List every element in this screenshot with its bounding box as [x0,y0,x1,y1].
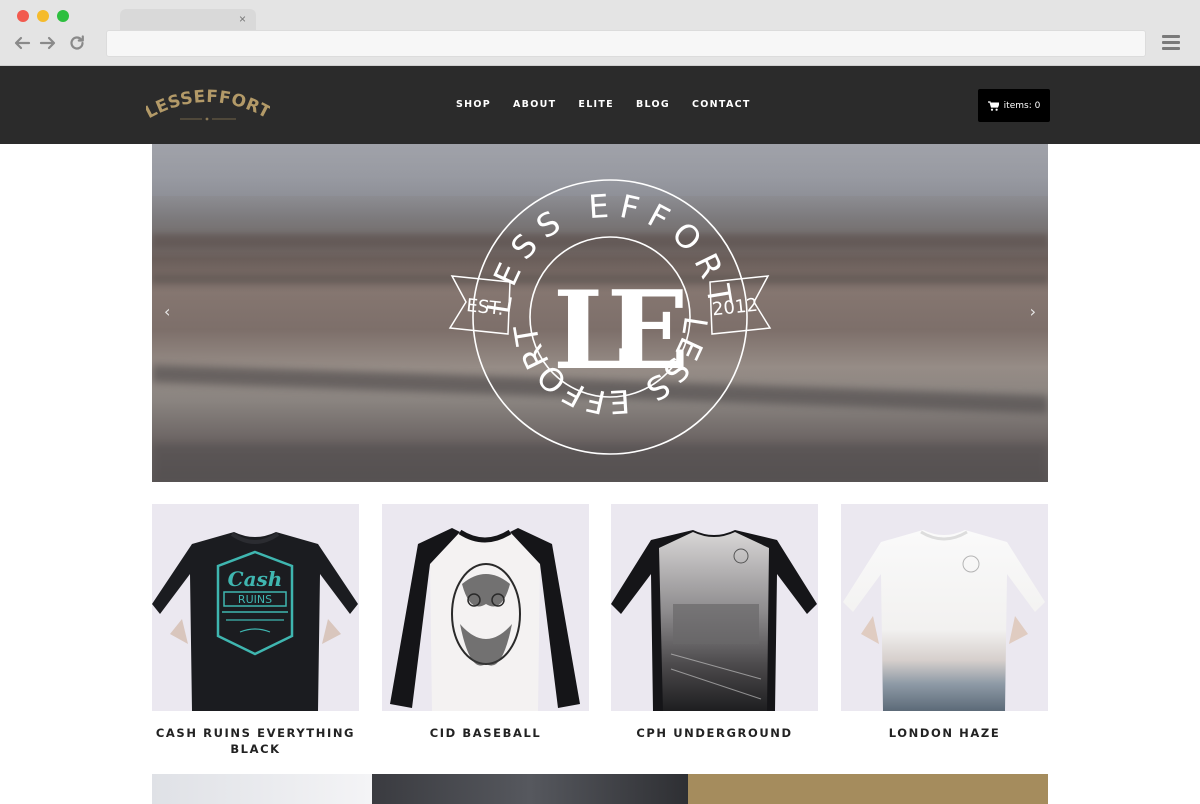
cart-label: items: 0 [1003,100,1041,111]
feature-strip [152,774,1048,804]
site-header: LESSEFFORT SHOP ABOUT ELITE BLOG CONTACT… [0,66,1200,144]
nav-about[interactable]: ABOUT [513,99,556,110]
browser-chrome: × [0,0,1200,66]
address-bar[interactable] [106,30,1146,57]
monogram: LE [553,268,684,394]
feature-tile[interactable] [688,774,1048,804]
svg-text:2012: 2012 [711,295,759,321]
tshirt-underground-image [611,504,818,711]
svg-text:RUINS: RUINS [238,593,272,606]
shopping-cart-icon [987,100,999,111]
product-card[interactable]: Cash RUINS CASH RUINS EVERYTHING BLACK [152,504,359,757]
product-title[interactable]: CPH UNDERGROUND [611,725,818,741]
tshirt-haze-image [841,504,1048,711]
maximize-window-button[interactable] [57,10,69,22]
close-window-button[interactable] [17,10,29,22]
nav-contact[interactable]: CONTACT [692,99,751,110]
minimize-window-button[interactable] [37,10,49,22]
lesseffort-logo: LESSEFFORT [142,87,274,123]
product-card[interactable]: LONDON HAZE [841,504,1048,741]
product-image[interactable] [382,504,589,711]
nav-shop[interactable]: SHOP [456,99,491,110]
product-card[interactable]: CPH UNDERGROUND [611,504,818,741]
svg-text:EST.: EST. [465,295,504,320]
tshirt-baseball-image [382,504,589,711]
reload-icon [70,35,84,50]
hero-slider: ‹ › LESS EFFORT LESS EFFORT EST. 2012 LE [152,144,1048,482]
product-title[interactable]: LONDON HAZE [841,725,1048,741]
svg-text:LESSEFFORT: LESSEFFORT [146,87,270,123]
nav-elite[interactable]: ELITE [578,99,614,110]
product-title[interactable]: CASH RUINS EVERYTHING BLACK [152,725,359,757]
feature-tile[interactable] [152,774,372,804]
browser-tab[interactable]: × [120,9,256,31]
brand-emblem: LESS EFFORT LESS EFFORT EST. 2012 LE [448,179,772,455]
product-image[interactable]: Cash RUINS [152,504,359,711]
slider-next-arrow[interactable]: › [1030,302,1036,321]
ribbon-left: EST. [448,275,511,335]
main-nav: SHOP ABOUT ELITE BLOG CONTACT [456,99,773,110]
reload-button[interactable] [66,32,88,54]
nav-blog[interactable]: BLOG [636,99,670,110]
arrow-left-icon [14,36,31,50]
feature-tile[interactable] [372,774,688,804]
svg-text:Cash: Cash [228,567,283,591]
slider-prev-arrow[interactable]: ‹ [164,302,170,321]
product-image[interactable] [841,504,1048,711]
product-grid: Cash RUINS CASH RUINS EVERYTHING BLACK C… [152,504,1048,764]
back-button[interactable] [11,32,33,54]
tshirt-black-image: Cash RUINS [152,504,359,711]
cart-button[interactable]: items: 0 [978,89,1050,122]
browser-menu-icon[interactable] [1162,35,1180,51]
tab-close-icon[interactable]: × [239,12,246,26]
forward-button[interactable] [37,32,59,54]
site-logo[interactable]: LESSEFFORT [142,81,274,125]
product-image[interactable] [611,504,818,711]
product-title[interactable]: CID BASEBALL [382,725,589,741]
product-card[interactable]: CID BASEBALL [382,504,589,741]
arrow-right-icon [39,36,56,50]
